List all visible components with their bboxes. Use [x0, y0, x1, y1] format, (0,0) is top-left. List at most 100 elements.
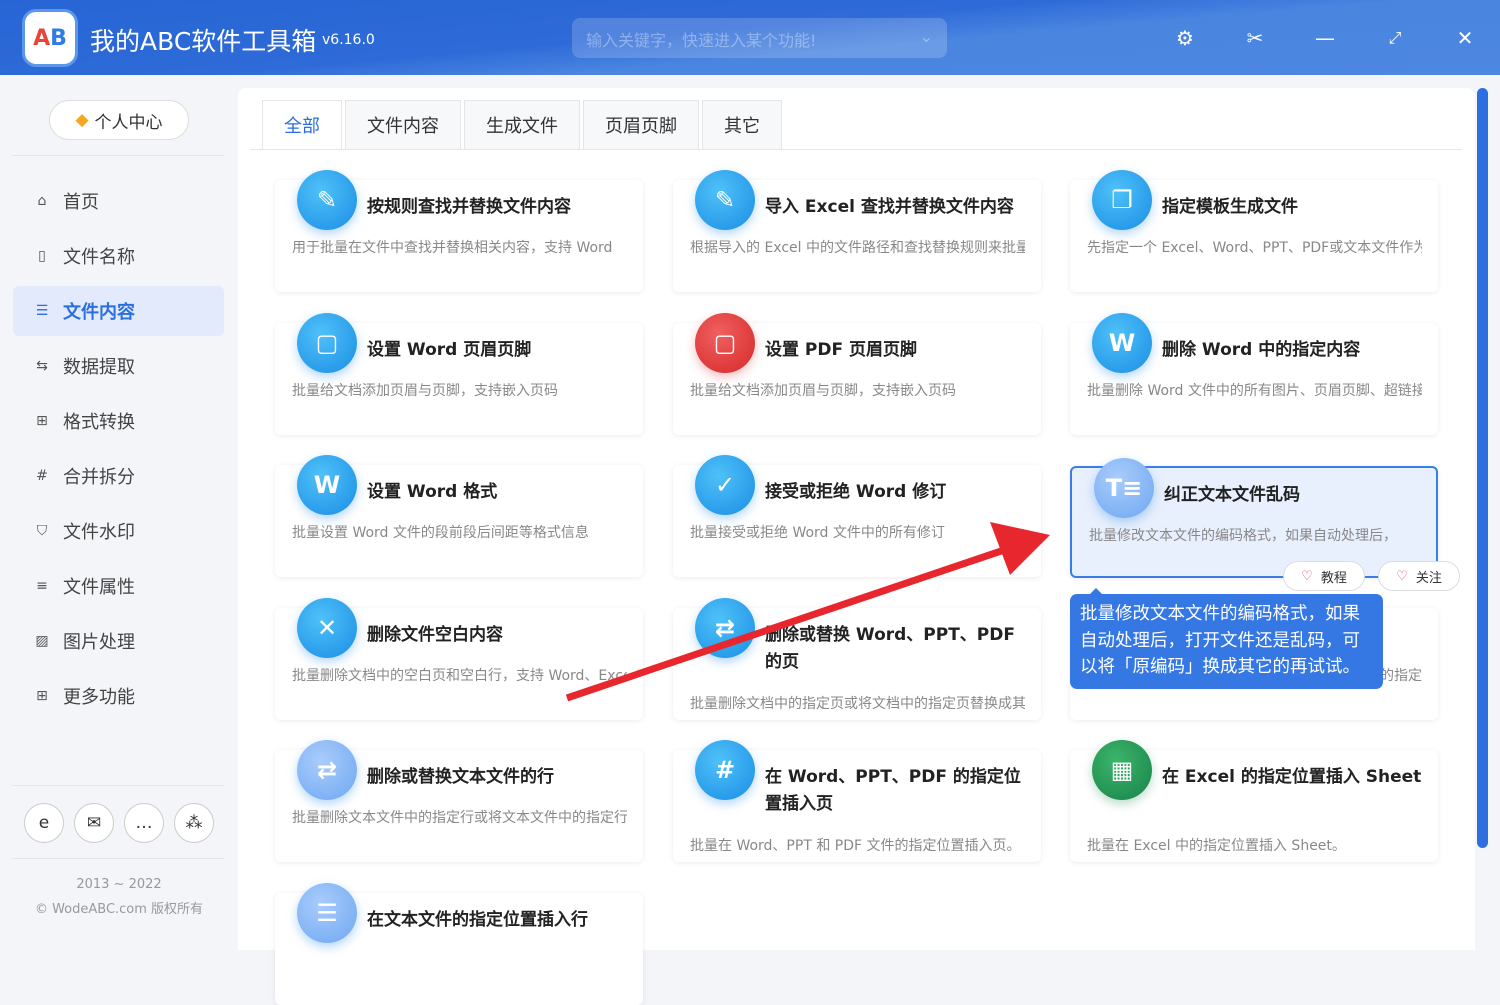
tool-icon: ☰ — [297, 882, 357, 943]
tool-icon: ▢ — [695, 312, 755, 373]
tool-title: 设置 Word 页眉页脚 — [367, 339, 532, 360]
sidebar-item-label: 文件内容 — [63, 302, 135, 323]
tool-title: 在文本文件的指定位置插入行 — [367, 909, 588, 930]
tool-icon: ✕ — [297, 597, 357, 658]
tool-description: 批量修改文本文件的编码格式，如果自动处理后， — [1089, 528, 1397, 544]
copyright: © WodeABC.com 版权所有 — [34, 902, 204, 917]
tool-icon: ✎ — [695, 170, 755, 230]
tool-icon: ▦ — [1092, 740, 1152, 800]
tool-description: 先指定一个 Excel、Word、PPT、PDF或文本文件作为 — [1087, 240, 1422, 256]
tool-description: 批量在 Excel 中的指定位置插入 Sheet。 — [1087, 838, 1346, 854]
list-icon: ☰ — [35, 303, 49, 319]
diamond-icon: ◆ — [75, 110, 89, 130]
image-icon: ▨ — [35, 633, 49, 649]
tool-icon: ⇄ — [297, 740, 357, 800]
sidebar-item-8[interactable]: ▨ 图片处理 — [13, 616, 224, 666]
hash-icon: # — [36, 468, 48, 484]
maximize-icon[interactable]: ⤢ — [1383, 26, 1407, 50]
sidebar-item-label: 合并拆分 — [63, 467, 135, 488]
follow-label: 关注 — [1415, 570, 1442, 586]
sidebar-item-label: 数据提取 — [63, 357, 135, 378]
sidebar-item-0[interactable]: ⌂ 首页 — [13, 176, 224, 226]
tool-card[interactable]: ⇄ 删除或替换 Word、PPT、PDF 的页批量删除文档中的指定页或将文档中的指… — [673, 597, 1041, 720]
tutorial-label: 教程 — [1320, 570, 1347, 586]
tab-0[interactable]: 全部 — [262, 100, 342, 149]
sidebar-item-label: 文件属性 — [63, 577, 135, 598]
tool-card[interactable]: ▢ 设置 Word 页眉页脚批量给文档添加页眉与页脚，支持嵌入页码 — [275, 312, 643, 435]
tool-card[interactable]: ❐ 指定模板生成文件先指定一个 Excel、Word、PPT、PDF或文本文件作为 — [1070, 170, 1438, 292]
tool-title: 删除 Word 中的指定内容 — [1162, 339, 1361, 360]
tutorial-button[interactable]: ♡ 教程 — [1283, 561, 1365, 591]
follow-button[interactable]: ♡ 关注 — [1378, 561, 1460, 591]
user-center-button[interactable]: ◆ 个人中心 — [49, 100, 189, 140]
sidebar-item-label: 首页 — [63, 192, 99, 213]
tool-card[interactable]: T≡ 纠正文本文件乱码 批量修改文本文件的编码格式，如果自动处理后， — [1070, 458, 1438, 578]
tool-card[interactable]: ☰ 在文本文件的指定位置插入行 — [275, 882, 643, 1005]
tool-card[interactable]: ▢ 设置 PDF 页眉页脚 批量给文档添加页眉与页脚，支持嵌入页码 — [673, 312, 1041, 435]
tooltip: 批量修改文本文件的编码格式，如果自动处理后，打开文件还是乱码，可以将「原编码」换… — [1070, 588, 1383, 689]
close-icon[interactable]: ✕ — [1453, 26, 1477, 50]
sidebar-item-label: 格式转换 — [63, 412, 135, 433]
browser-icon[interactable]: e — [24, 803, 64, 843]
sidebar-item-6[interactable]: ⛉ 文件水印 — [13, 506, 224, 556]
tool-title: 在 Excel 的指定位置插入 Sheet — [1162, 767, 1422, 787]
tab-bar: 全部 文件内容 生成文件 页眉页脚 其它 — [262, 100, 782, 149]
tool-description: 批量删除 Word 文件中的所有图片、页眉页脚、超链接 — [1087, 382, 1422, 399]
tool-title: 接受或拒绝 Word 修订 — [765, 482, 947, 502]
tool-description: 批量在 Word、PPT 和 PDF 文件的指定位置插入页。 — [690, 838, 1021, 854]
tool-description: 批量删除文档中的空白页和空白行，支持 Word、Excel — [292, 667, 627, 684]
tool-description: 批量删除文档中的指定页或将文档中的指定页替换成其它 — [690, 695, 1025, 712]
tool-icon: ▢ — [297, 312, 357, 373]
extract-icon: ⇆ — [36, 358, 48, 374]
tool-card[interactable]: W 删除 Word 中的指定内容 批量删除 Word 文件中的所有图片、页眉页脚、超… — [1070, 312, 1438, 435]
heart-icon: ♡ — [1396, 568, 1408, 584]
sidebar-item-4[interactable]: ⊞ 格式转换 — [13, 396, 224, 446]
tool-title: 纠正文本文件乱码 — [1164, 485, 1300, 505]
divider — [12, 785, 224, 786]
tab-1[interactable]: 文件内容 — [345, 100, 461, 149]
tool-title: 删除或替换 Word、PPT、PDF 的页 — [765, 624, 1015, 672]
sidebar-item-label: 文件名称 — [63, 247, 135, 268]
sidebar-item-2[interactable]: ☰ 文件内容 — [13, 286, 224, 336]
tool-card[interactable]: ▦ 在 Excel 的指定位置插入 Sheet 批量在 Excel 中的指定位置插入… — [1070, 740, 1438, 862]
tool-card[interactable]: ⇄ 删除或替换文本文件的行 批量删除文本文件中的指定行或将文本文件中的指定行 — [275, 740, 643, 862]
tool-description: 批量给文档添加页眉与页脚，支持嵌入页码 — [690, 382, 956, 399]
divider — [250, 149, 1462, 150]
tool-card[interactable]: ✎ 按规则查找并替换文件内容 用于批量在文件中查找并替换相关内容，支持 Word — [275, 170, 643, 292]
sidebar-item-7[interactable]: ≡ 文件属性 — [13, 561, 224, 611]
divider — [12, 155, 224, 156]
tool-icon: ⇄ — [695, 597, 755, 658]
app-title: 我的ABC软件工具箱 — [90, 27, 317, 56]
tool-card[interactable]: ✎ 导入 Excel 查找并替换文件内容 根据导入的 Excel 中的文件路径和查找… — [673, 170, 1041, 292]
tab-3[interactable]: 页眉页脚 — [583, 100, 699, 149]
lightbulb-icon: ♡ — [1301, 568, 1313, 584]
tool-title: 按规则查找并替换文件内容 — [367, 197, 571, 217]
tool-card[interactable]: ✕ 删除文件空白内容批量删除文档中的空白页和空白行，支持 Word、Excel — [275, 597, 643, 720]
title-bar: AB 我的ABC软件工具箱 v6.16.0 输入关键字，快速进入某个功能! ⌄ ⚙… — [0, 0, 1500, 75]
tool-description: 批量给文档添加页眉与页脚，支持嵌入页码 — [292, 382, 558, 399]
tool-title: 删除文件空白内容 — [367, 624, 503, 645]
scissors-icon[interactable]: ✂ — [1243, 26, 1267, 50]
sidebar-item-5[interactable]: # 合并拆分 — [13, 451, 224, 501]
tab-4[interactable]: 其它 — [702, 100, 782, 149]
search-input[interactable]: 输入关键字，快速进入某个功能! ⌄ — [572, 18, 947, 58]
tool-card[interactable]: ✓ 接受或拒绝 Word 修订 批量接受或拒绝 Word 文件中的所有修订 — [673, 455, 1041, 577]
minimize-icon[interactable]: — — [1313, 26, 1337, 50]
sidebar-item-1[interactable]: ▯ 文件名称 — [13, 231, 224, 281]
tool-card[interactable]: # 在 Word、PPT、PDF 的指定位置插入页批量在 Word、PPT 和 P… — [673, 740, 1041, 862]
sidebar: ◆ 个人中心 ⌂ 首页 ▯ 文件名称 ☰ 文件内容 ⇆ 数据提取 ⊞ 格式转换 # 合并拆分 ⛉ 文件水印 ≡… — [0, 75, 225, 950]
tool-card[interactable]: W 设置 Word 格式 批量设置 Word 文件的段前段后间距等格式信息 — [275, 455, 643, 577]
tool-icon: # — [695, 740, 755, 800]
mail-icon[interactable]: ✉ — [74, 803, 114, 843]
sidebar-item-3[interactable]: ⇆ 数据提取 — [13, 341, 224, 391]
sidebar-item-9[interactable]: ⊞ 更多功能 — [13, 671, 224, 721]
chat-icon[interactable]: … — [124, 803, 164, 843]
tool-title: 指定模板生成文件 — [1162, 197, 1298, 217]
scrollbar[interactable] — [1477, 88, 1488, 848]
tool-title: 在 Word、PPT、PDF 的指定位置插入页 — [765, 767, 1021, 814]
settings-icon[interactable]: ⚙ — [1173, 26, 1197, 50]
share-icon[interactable]: ⁂ — [174, 803, 214, 843]
tool-icon: ❐ — [1092, 170, 1152, 230]
tab-2[interactable]: 生成文件 — [464, 100, 580, 149]
tool-description: 批量设置 Word 文件的段前段后间距等格式信息 — [292, 525, 589, 541]
